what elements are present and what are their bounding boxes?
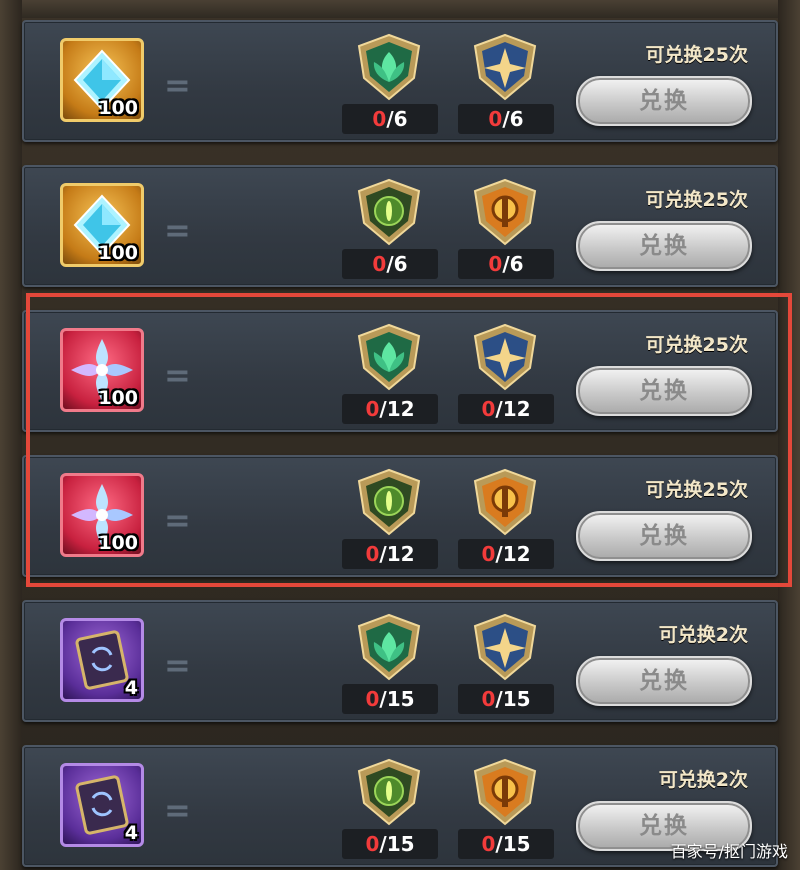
eye-emblem-icon (354, 467, 424, 537)
badge-count: 0/12 (342, 539, 438, 569)
exchange-row: 100 = 0/12 0/12 可兑换25次 兑换 (22, 455, 778, 577)
leaf-emblem-icon (354, 322, 424, 392)
badge-count: 0/6 (458, 104, 554, 134)
flower-shard-icon[interactable]: 100 (60, 328, 144, 412)
exchange-limit: 可兑换25次 (645, 44, 748, 66)
exchange-button[interactable]: 兑换 (576, 221, 752, 271)
exchange-limit: 可兑换25次 (645, 479, 748, 501)
exchange-limit: 可兑换2次 (658, 624, 748, 646)
item-quantity: 100 (98, 242, 138, 264)
top-strip (0, 0, 800, 18)
eye-emblem-icon (354, 177, 424, 247)
exchange-row: 4 = 0/15 0/15 可兑换2次 兑换 (22, 745, 778, 867)
star-emblem-icon (470, 322, 540, 392)
exchange-row: 100 = 0/6 0/6 可兑换25次 兑换 (22, 165, 778, 287)
equals-sign: = (164, 501, 191, 539)
exchange-row: 4 = 0/15 0/15 可兑换2次 兑换 (22, 600, 778, 722)
badge-count: 0/15 (458, 829, 554, 859)
badge-count: 0/6 (458, 249, 554, 279)
scroll-icon[interactable]: 4 (60, 763, 144, 847)
item-quantity: 100 (98, 387, 138, 409)
badge-count: 0/6 (342, 104, 438, 134)
leaf-emblem-icon (354, 32, 424, 102)
badge-count: 0/15 (342, 684, 438, 714)
frame-left (0, 0, 22, 870)
exchange-button[interactable]: 兑换 (576, 366, 752, 416)
badge-count: 0/12 (342, 394, 438, 424)
exchange-button[interactable]: 兑换 (576, 76, 752, 126)
equals-sign: = (164, 646, 191, 684)
badge-count: 0/15 (458, 684, 554, 714)
exchange-button[interactable]: 兑换 (576, 656, 752, 706)
eye-emblem-icon (354, 757, 424, 827)
item-quantity: 4 (124, 822, 138, 844)
scroll-icon[interactable]: 4 (60, 618, 144, 702)
exchange-row: 100 = 0/12 0/12 可兑换25次 兑换 (22, 310, 778, 432)
crystal-icon[interactable]: 100 (60, 38, 144, 122)
flame-emblem-icon (470, 757, 540, 827)
equals-sign: = (164, 211, 191, 249)
equals-sign: = (164, 791, 191, 829)
star-emblem-icon (470, 32, 540, 102)
watermark: 百家号/抠门游戏 (670, 842, 788, 861)
exchange-row: 100 = 0/6 0/6 可兑换25次 兑换 (22, 20, 778, 142)
exchange-limit: 可兑换25次 (645, 334, 748, 356)
leaf-emblem-icon (354, 612, 424, 682)
exchange-limit: 可兑换25次 (645, 189, 748, 211)
item-quantity: 4 (124, 677, 138, 699)
badge-count: 0/15 (342, 829, 438, 859)
exchange-button[interactable]: 兑换 (576, 511, 752, 561)
item-quantity: 100 (98, 532, 138, 554)
star-emblem-icon (470, 612, 540, 682)
frame-right (778, 0, 800, 870)
flame-emblem-icon (470, 177, 540, 247)
badge-count: 0/6 (342, 249, 438, 279)
exchange-limit: 可兑换2次 (658, 769, 748, 791)
item-quantity: 100 (98, 97, 138, 119)
flame-emblem-icon (470, 467, 540, 537)
equals-sign: = (164, 356, 191, 394)
equals-sign: = (164, 66, 191, 104)
flower-shard-icon[interactable]: 100 (60, 473, 144, 557)
crystal-icon[interactable]: 100 (60, 183, 144, 267)
badge-count: 0/12 (458, 394, 554, 424)
badge-count: 0/12 (458, 539, 554, 569)
